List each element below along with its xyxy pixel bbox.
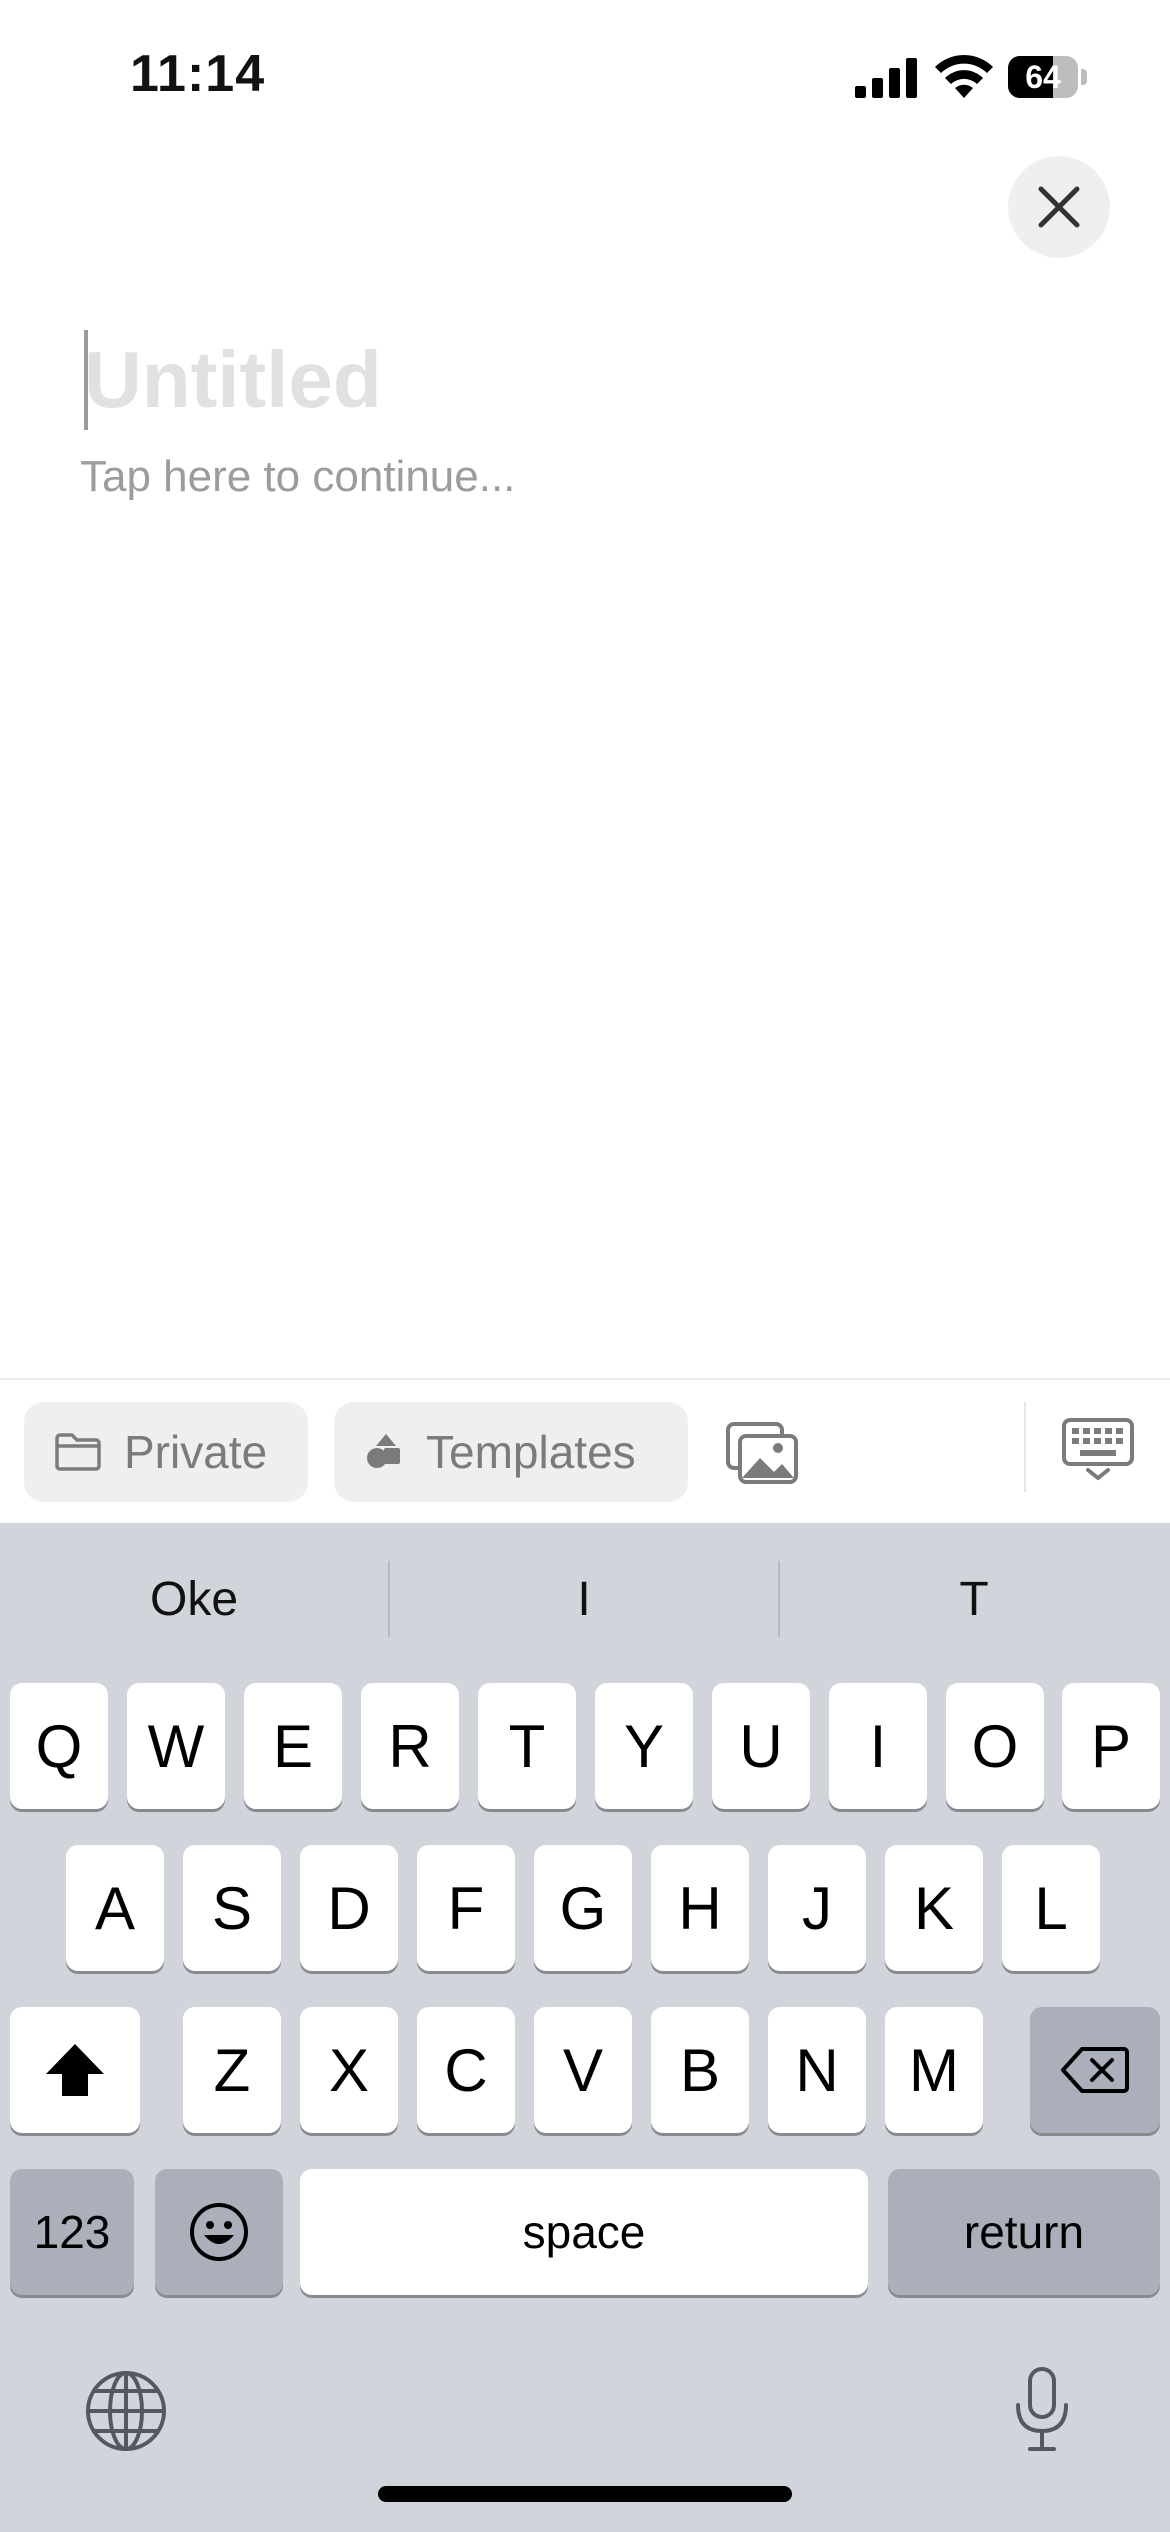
backspace-icon	[1061, 2047, 1129, 2093]
space-key[interactable]: space	[300, 2169, 868, 2295]
key-x[interactable]: X	[300, 2007, 398, 2133]
key-q[interactable]: Q	[10, 1683, 108, 1809]
key-r[interactable]: R	[361, 1683, 459, 1809]
return-key[interactable]: return	[888, 2169, 1160, 2295]
key-i[interactable]: I	[829, 1683, 927, 1809]
key-g[interactable]: G	[534, 1845, 632, 1971]
numbers-key[interactable]: 123	[10, 2169, 134, 2295]
key-l[interactable]: L	[1002, 1845, 1100, 1971]
keyboard-dismiss-icon[interactable]	[1060, 1416, 1136, 1482]
key-f[interactable]: F	[417, 1845, 515, 1971]
status-bar: 11:14 64	[0, 0, 1170, 150]
wifi-icon	[935, 54, 993, 98]
key-c[interactable]: C	[417, 2007, 515, 2133]
close-button[interactable]	[1008, 156, 1110, 258]
key-h[interactable]: H	[651, 1845, 749, 1971]
key-d[interactable]: D	[300, 1845, 398, 1971]
suggestion-item[interactable]: Oke	[0, 1523, 388, 1673]
key-a[interactable]: A	[66, 1845, 164, 1971]
key-n[interactable]: N	[768, 2007, 866, 2133]
private-button[interactable]: Private	[24, 1402, 308, 1502]
globe-icon[interactable]	[84, 2369, 168, 2453]
private-label: Private	[124, 1426, 268, 1478]
status-time: 11:14	[130, 45, 266, 103]
key-p[interactable]: P	[1062, 1683, 1160, 1809]
key-s[interactable]: S	[183, 1845, 281, 1971]
shift-key[interactable]	[10, 2007, 140, 2133]
emoji-icon	[190, 2203, 248, 2261]
key-m[interactable]: M	[885, 2007, 983, 2133]
cellular-signal-icon	[855, 58, 917, 98]
keyboard: Oke I T Q W E R T Y U I O P A S D F G H …	[0, 1523, 1170, 2532]
key-v[interactable]: V	[534, 2007, 632, 2133]
key-k[interactable]: K	[885, 1845, 983, 1971]
folder-icon	[54, 1432, 102, 1472]
microphone-icon[interactable]	[1012, 2365, 1072, 2455]
text-cursor	[84, 330, 88, 430]
key-e[interactable]: E	[244, 1683, 342, 1809]
key-t[interactable]: T	[478, 1683, 576, 1809]
body-input[interactable]: Tap here to continue...	[80, 452, 515, 502]
toolbar-divider	[1024, 1402, 1026, 1492]
key-w[interactable]: W	[127, 1683, 225, 1809]
key-o[interactable]: O	[946, 1683, 1044, 1809]
key-y[interactable]: Y	[595, 1683, 693, 1809]
editor-toolbar: Private Templates	[0, 1378, 1170, 1525]
key-j[interactable]: J	[768, 1845, 866, 1971]
key-z[interactable]: Z	[183, 2007, 281, 2133]
suggestion-item[interactable]: T	[780, 1523, 1168, 1673]
close-icon	[1038, 186, 1080, 228]
home-indicator	[378, 2486, 792, 2502]
battery-percent: 64	[1025, 59, 1061, 95]
templates-label: Templates	[426, 1426, 636, 1478]
key-b[interactable]: B	[651, 2007, 749, 2133]
emoji-key[interactable]	[155, 2169, 283, 2295]
shapes-icon	[364, 1432, 404, 1472]
shift-icon	[46, 2044, 104, 2096]
battery-icon: 64	[1008, 56, 1088, 98]
key-u[interactable]: U	[712, 1683, 810, 1809]
title-input[interactable]: Untitled	[84, 330, 382, 430]
templates-button[interactable]: Templates	[334, 1402, 688, 1502]
delete-key[interactable]	[1030, 2007, 1160, 2133]
suggestion-item[interactable]: I	[390, 1523, 778, 1673]
photos-icon[interactable]	[724, 1414, 800, 1490]
suggestion-bar: Oke I T	[0, 1523, 1170, 1673]
